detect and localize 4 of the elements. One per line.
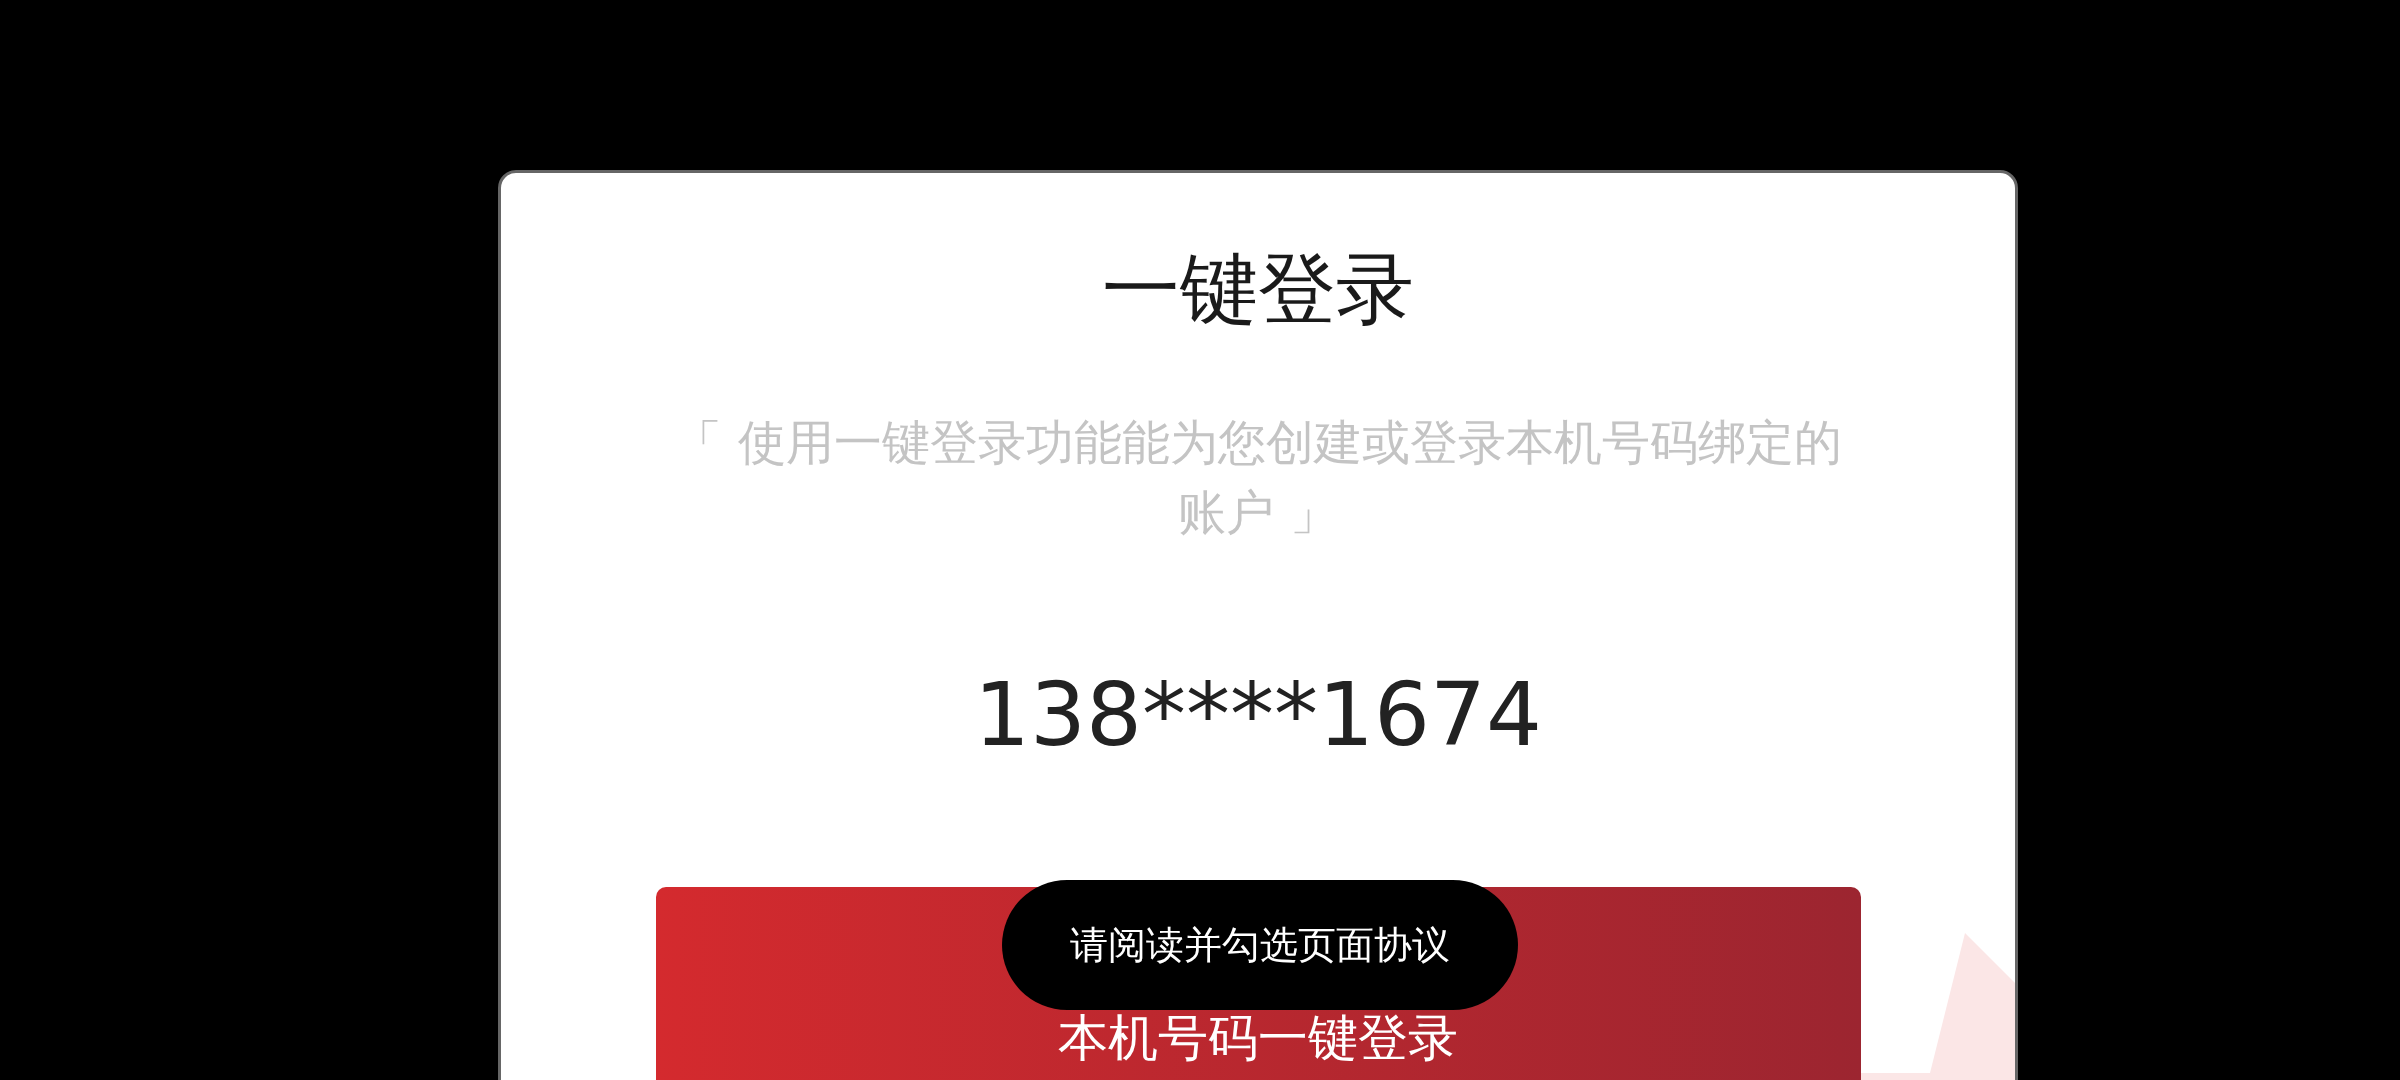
phone-number: 138****1674	[974, 661, 1542, 768]
description-text: 「 使用一键登录功能能为您创建或登录本机号码绑定的账户 」	[673, 412, 1843, 542]
dialog-title: 一键登录	[1102, 243, 1414, 336]
agreement-toast: 请阅读并勾选页面协议	[1002, 880, 1518, 1010]
